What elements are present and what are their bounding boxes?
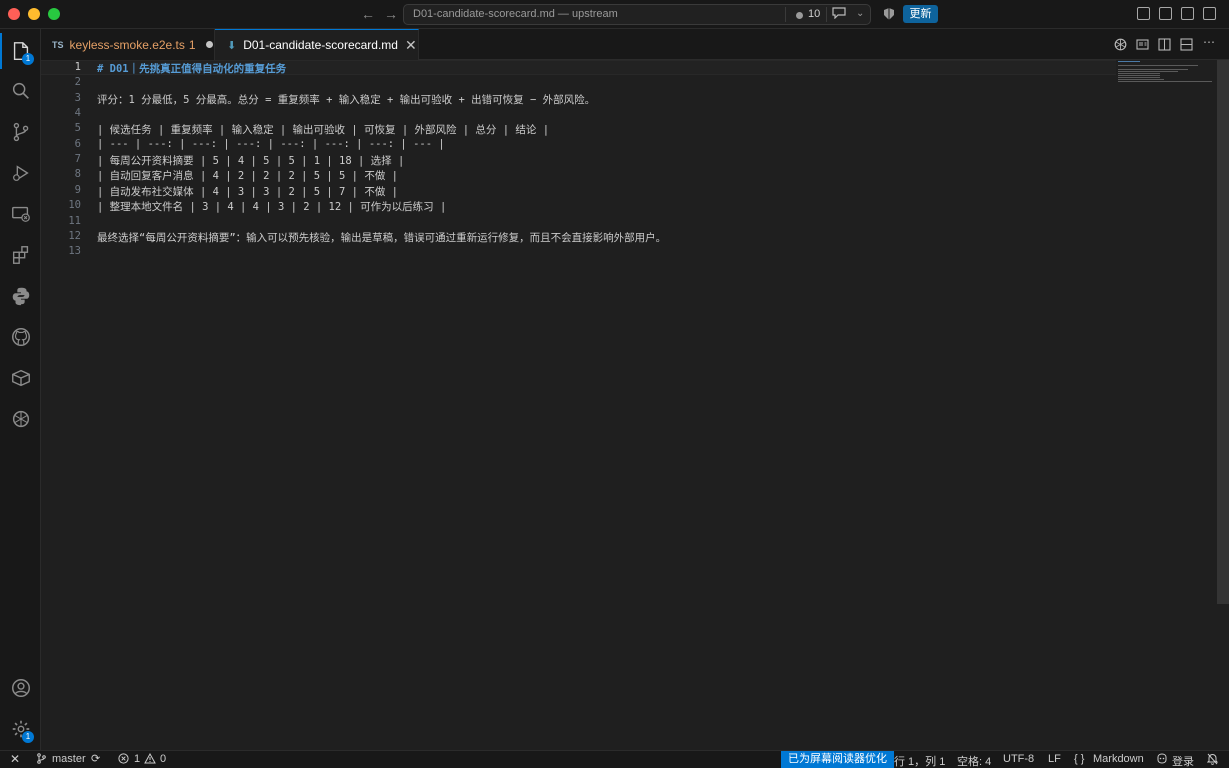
code-line[interactable]: | 自动发布社交媒体 | 4 | 3 | 3 | 2 | 5 | 7 | 不做 …: [97, 184, 398, 199]
notification-count[interactable]: 10: [808, 8, 820, 20]
tab-label: D01-candidate-scorecard.md: [243, 38, 398, 52]
code-line[interactable]: # D01｜先挑真正值得自动化的重复任务: [97, 61, 286, 76]
update-button[interactable]: 更新: [903, 5, 938, 23]
tab-candidate-scorecard[interactable]: ⬇ D01-candidate-scorecard.md ✕: [215, 29, 419, 60]
remote-explorer-icon[interactable]: [0, 194, 41, 234]
run-debug-icon[interactable]: [0, 153, 41, 193]
chevron-down-icon[interactable]: ⌄: [856, 8, 864, 19]
settings-gear-icon[interactable]: 1: [0, 709, 41, 749]
title-bar: ← → D01-candidate-scorecard.md — upstrea…: [0, 0, 1229, 29]
code-line[interactable]: | 整理本地文件名 | 3 | 4 | 4 | 3 | 2 | 12 | 可作为…: [97, 199, 446, 214]
code-line[interactable]: 评分：1 分最低，5 分最高。总分 = 重复频率 + 输入稳定 + 输出可验收 …: [97, 92, 595, 107]
line-number: 11: [68, 214, 81, 227]
search-icon[interactable]: [0, 71, 41, 111]
source-control-icon[interactable]: [0, 112, 41, 152]
branch-name[interactable]: master: [52, 753, 86, 765]
remote-indicator-icon[interactable]: ✕: [0, 751, 30, 768]
line-number: 7: [74, 153, 81, 166]
openai-icon[interactable]: [0, 399, 41, 439]
openai-icon[interactable]: [1114, 38, 1127, 51]
customize-layout-icon[interactable]: [1159, 7, 1172, 20]
divider: [826, 7, 827, 22]
line-number: 2: [74, 76, 81, 89]
code-line[interactable]: | --- | ---: | ---: | ---: | ---: | ---:…: [97, 138, 445, 150]
language-braces-icon[interactable]: { }: [1074, 753, 1084, 765]
split-editor-icon[interactable]: [1180, 38, 1193, 51]
language-mode[interactable]: Markdown: [1093, 753, 1144, 765]
line-number: 3: [74, 91, 81, 104]
copilot-status-icon[interactable]: [1156, 753, 1168, 767]
maximize-window-button[interactable]: [48, 8, 60, 20]
tab-label: keyless-smoke.e2e.ts: [69, 37, 185, 52]
warning-count[interactable]: 0: [160, 753, 166, 765]
forward-arrow-icon[interactable]: →: [384, 6, 398, 22]
login-label[interactable]: 登录: [1172, 753, 1194, 768]
line-number: 10: [68, 199, 81, 212]
line-number: 5: [74, 122, 81, 135]
code-line[interactable]: | 自动回复客户消息 | 4 | 2 | 2 | 2 | 5 | 5 | 不做 …: [97, 168, 398, 183]
error-icon[interactable]: [118, 753, 129, 767]
explorer-badge: 1: [22, 53, 34, 65]
settings-badge: 1: [22, 731, 34, 743]
divider: [785, 7, 786, 22]
explorer-icon[interactable]: 1: [0, 31, 41, 71]
close-icon[interactable]: ✕: [405, 37, 417, 54]
indentation[interactable]: 空格: 4: [957, 753, 991, 768]
minimize-window-button[interactable]: [28, 8, 40, 20]
warning-icon[interactable]: [144, 752, 156, 767]
more-actions-icon[interactable]: ⋯: [1203, 35, 1216, 49]
chat-icon[interactable]: [832, 7, 846, 22]
line-number: 6: [74, 137, 81, 150]
line-number: 13: [68, 245, 81, 258]
command-center-title: D01-candidate-scorecard.md — upstream: [413, 8, 618, 20]
line-number: 12: [68, 229, 81, 242]
markdown-file-icon: ⬇: [227, 39, 237, 52]
end-of-line[interactable]: LF: [1048, 753, 1061, 765]
copilot-icon[interactable]: [882, 7, 896, 21]
editor-tab-bar: TS keyless-smoke.e2e.ts 1 ⬇ D01-candidat…: [41, 29, 1229, 60]
encoding[interactable]: UTF-8: [1003, 753, 1034, 765]
notifications-bell-icon[interactable]: [1206, 753, 1219, 768]
command-center[interactable]: D01-candidate-scorecard.md — upstream 10…: [403, 4, 871, 25]
toggle-panel-icon[interactable]: [1181, 7, 1194, 20]
line-number: 4: [74, 107, 81, 120]
tab-keyless-smoke[interactable]: TS keyless-smoke.e2e.ts 1: [41, 29, 215, 60]
toggle-primary-sidebar-icon[interactable]: [1137, 7, 1150, 20]
code-line[interactable]: 最终选择“每周公开资料摘要”：输入可以预先核验，输出是草稿，错误可通过重新运行修…: [97, 230, 666, 245]
activity-bar: 1 1: [0, 29, 41, 750]
code-line[interactable]: | 每周公开资料摘要 | 5 | 4 | 5 | 5 | 1 | 18 | 选择…: [97, 153, 404, 168]
open-preview-icon[interactable]: [1136, 38, 1149, 51]
typescript-file-icon: TS: [52, 39, 64, 50]
status-dot-icon: [796, 12, 803, 19]
screen-reader-mode-button[interactable]: 已为屏幕阅读器优化: [781, 751, 894, 768]
cursor-position[interactable]: 行 1，列 1: [894, 753, 945, 768]
branch-icon[interactable]: [36, 753, 47, 767]
minimap[interactable]: [1116, 60, 1216, 82]
close-window-button[interactable]: [8, 8, 20, 20]
github-icon[interactable]: [0, 317, 41, 357]
python-icon[interactable]: [0, 276, 41, 316]
sync-icon[interactable]: ⟳: [91, 752, 100, 765]
account-icon[interactable]: [0, 668, 41, 708]
extensions-icon[interactable]: [0, 235, 41, 275]
line-number: 1: [74, 61, 81, 73]
status-bar: ✕ master ⟳ 1 0 已为屏幕阅读器优化 行 1，列 1 空格: 4 U…: [0, 750, 1229, 768]
error-count[interactable]: 1: [134, 753, 140, 765]
toggle-secondary-sidebar-icon[interactable]: [1203, 7, 1216, 20]
editor-area[interactable]: 1 2 3 4 5 6 7 8 9 10 11 12 13 # D01｜先挑真正值得自动化的重复任务 评分…: [41, 60, 1229, 750]
line-number: 9: [74, 183, 81, 196]
unsaved-dot-icon[interactable]: [205, 41, 213, 48]
code-line[interactable]: | 候选任务 | 重复频率 | 输入稳定 | 输出可验收 | 可恢复 | 外部风…: [97, 122, 549, 137]
container-icon[interactable]: [0, 358, 41, 398]
compare-changes-icon[interactable]: [1158, 38, 1171, 51]
tab-problem-count: 1: [188, 37, 196, 52]
line-number: 8: [74, 168, 81, 181]
back-arrow-icon[interactable]: ←: [361, 6, 375, 22]
vertical-scrollbar[interactable]: [1217, 60, 1229, 604]
